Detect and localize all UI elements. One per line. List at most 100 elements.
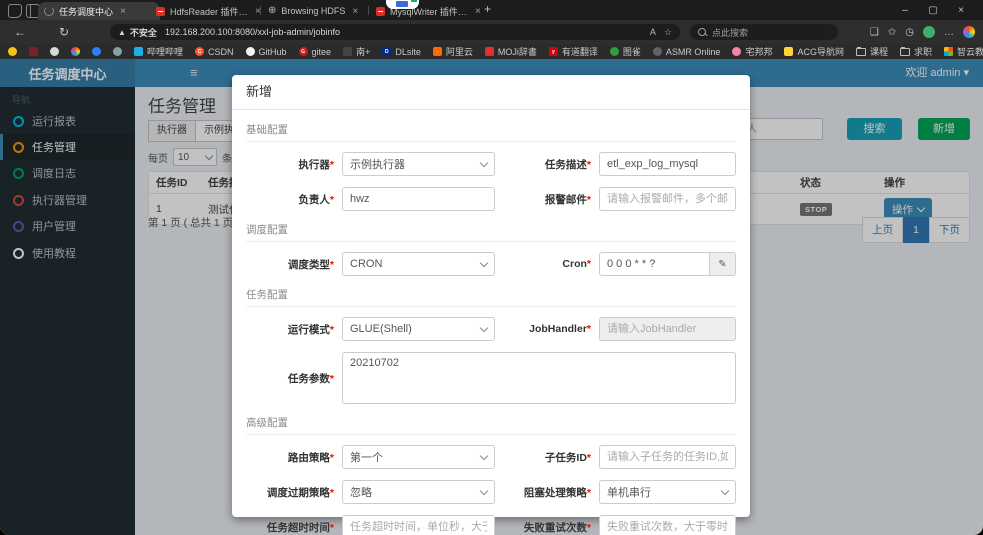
loading-spinner-icon <box>44 6 54 16</box>
child-job-label: 子任务ID* <box>503 450 599 465</box>
misfire-strategy-select[interactable]: 忽略 <box>342 480 495 504</box>
grid-icon <box>944 47 953 56</box>
new-job-modal: 新增 基础配置 执行器* 示例执行器 任务描述* 负责人* <box>232 75 750 517</box>
tab-browsing-hdfs[interactable]: ⊕ Browsing HDFS × <box>262 2 378 20</box>
section-schedule-config: 调度配置 <box>246 222 736 242</box>
glue-type-select[interactable]: GLUE(Shell) <box>342 317 495 341</box>
block-strategy-select[interactable]: 单机串行 <box>599 480 736 504</box>
chevron-down-icon <box>480 158 488 166</box>
site-icon <box>246 47 255 56</box>
section-base-config: 基础配置 <box>246 122 736 142</box>
bookmark-icon-copilot[interactable] <box>71 47 80 56</box>
route-strategy-label: 路由策略* <box>246 450 342 465</box>
site-icon <box>134 47 143 56</box>
bookmark-icon[interactable] <box>92 47 101 56</box>
misfire-strategy-label: 调度过期策略* <box>246 485 342 500</box>
author-input[interactable] <box>342 187 495 211</box>
pdf-icon <box>376 7 385 16</box>
minimize-button[interactable]: – <box>891 5 919 16</box>
cron-input[interactable] <box>599 252 710 276</box>
favorite-star-icon[interactable]: ☆ <box>664 27 672 38</box>
bookmark-gitee[interactable]: Ggitee <box>299 47 332 57</box>
timeout-label: 任务超时时间* <box>246 520 342 535</box>
alarm-email-label: 报警邮件* <box>503 192 599 207</box>
job-desc-input[interactable] <box>599 152 736 176</box>
chevron-down-icon <box>480 486 488 494</box>
close-tab-icon[interactable]: × <box>120 6 126 17</box>
cron-edit-button[interactable]: ✎ <box>710 252 736 276</box>
retry-count-input[interactable] <box>599 515 736 535</box>
globe-icon <box>653 47 662 56</box>
job-desc-label: 任务描述* <box>503 157 599 172</box>
bookmark-acg-nav[interactable]: ACG导航网 <box>784 45 844 58</box>
profile-avatar[interactable] <box>923 26 935 38</box>
folder-icon <box>856 48 866 56</box>
bookmark-folder-jobs[interactable]: 求职 <box>900 45 932 58</box>
collections-icon[interactable]: ❏ <box>870 27 879 38</box>
close-tab-icon[interactable]: × <box>352 6 358 17</box>
restore-button[interactable]: ▢ <box>919 5 947 16</box>
bookmark-moji[interactable]: MOJi辞書 <box>485 45 537 58</box>
job-handler-label: JobHandler* <box>503 323 599 335</box>
edit-icon: ✎ <box>718 259 726 270</box>
job-param-textarea[interactable]: 20210702 <box>342 352 736 404</box>
close-tab-icon[interactable]: × <box>475 6 481 17</box>
bookmark-icon[interactable] <box>29 47 38 56</box>
globe-icon: ⊕ <box>268 6 276 16</box>
author-label: 负责人* <box>246 192 342 207</box>
back-button[interactable]: ← <box>8 25 32 39</box>
search-box[interactable]: 点此搜索 <box>690 24 838 40</box>
not-secure-warning-icon: ▲ <box>118 28 126 37</box>
new-tab-button[interactable]: + <box>484 2 491 16</box>
address-bar[interactable]: ▲ 不安全 192.168.200.100:8080/xxl-job-admin… <box>110 24 680 40</box>
browser-toolbar: ← ↻ ▲ 不安全 192.168.200.100:8080/xxl-job-a… <box>0 20 983 44</box>
tab-title: 任务调度中心 <box>59 5 113 18</box>
bookmark-asmr-online[interactable]: ASMR Online <box>653 47 721 57</box>
site-icon <box>343 47 352 56</box>
block-strategy-label: 阻塞处理策略* <box>503 485 599 500</box>
font-size-icon[interactable]: A <box>650 27 656 37</box>
favorites-bar-icon[interactable]: ✩ <box>888 27 896 38</box>
route-strategy-select[interactable]: 第一个 <box>342 445 495 469</box>
alarm-email-input[interactable] <box>599 187 736 211</box>
bookmark-csdn[interactable]: CCSDN <box>195 47 234 57</box>
tab-title: Browsing HDFS <box>281 6 345 16</box>
schedule-type-select[interactable]: CRON <box>342 252 495 276</box>
timeout-input[interactable] <box>342 515 495 535</box>
chevron-down-icon <box>480 323 488 331</box>
bookmark-aliyun[interactable]: -阿里云 <box>433 45 473 58</box>
bookmark-icon[interactable] <box>50 47 59 56</box>
child-job-input[interactable] <box>599 445 736 469</box>
bookmark-tuque[interactable]: 图雀 <box>610 45 641 58</box>
close-window-button[interactable]: × <box>947 5 975 16</box>
bookmark-youdao[interactable]: y有道翻译 <box>549 45 598 58</box>
chevron-down-icon <box>480 258 488 266</box>
glue-type-label: 运行模式* <box>246 322 342 337</box>
bookmark-dlsite[interactable]: DDLsite <box>382 47 421 57</box>
site-icon: - <box>433 47 442 56</box>
bookmark-zhaibangbang[interactable]: 宅邦邦 <box>732 45 772 58</box>
site-icon <box>610 47 619 56</box>
copilot-icon[interactable] <box>963 26 975 38</box>
site-icon <box>485 47 494 56</box>
bookmark-github[interactable]: GitHub <box>246 47 287 57</box>
bookmark-icon[interactable] <box>8 47 17 56</box>
executor-select[interactable]: 示例执行器 <box>342 152 495 176</box>
site-icon: y <box>549 47 558 56</box>
workspaces-icon[interactable] <box>8 4 22 18</box>
retry-count-label: 失败重试次数* <box>503 520 599 535</box>
tab-hdfsreader-pdf[interactable]: HdfsReader 插件文档.pdf × <box>150 2 270 20</box>
bookmark-bilibili[interactable]: 哔哩哔哩 <box>134 45 183 58</box>
preview-fragment <box>396 1 408 7</box>
bookmark-folder-courses[interactable]: 课程 <box>856 45 888 58</box>
security-label: 不安全 <box>130 26 157 39</box>
tab-strip: 任务调度中心 × HdfsReader 插件文档.pdf × ⊕ Browsin… <box>0 0 983 20</box>
refresh-button[interactable]: ↻ <box>52 25 76 39</box>
browser-window: 任务调度中心 × HdfsReader 插件文档.pdf × ⊕ Browsin… <box>0 0 983 535</box>
bookmark-south-plus[interactable]: 南+ <box>343 45 370 58</box>
tab-xxl-job[interactable]: 任务调度中心 × <box>38 2 160 20</box>
bookmark-icon[interactable] <box>113 47 122 56</box>
more-menu-icon[interactable]: … <box>944 27 954 38</box>
history-icon[interactable]: ◷ <box>905 27 914 38</box>
bookmark-zhiyun-class[interactable]: 智云教学 - 70班 <box>944 45 983 58</box>
